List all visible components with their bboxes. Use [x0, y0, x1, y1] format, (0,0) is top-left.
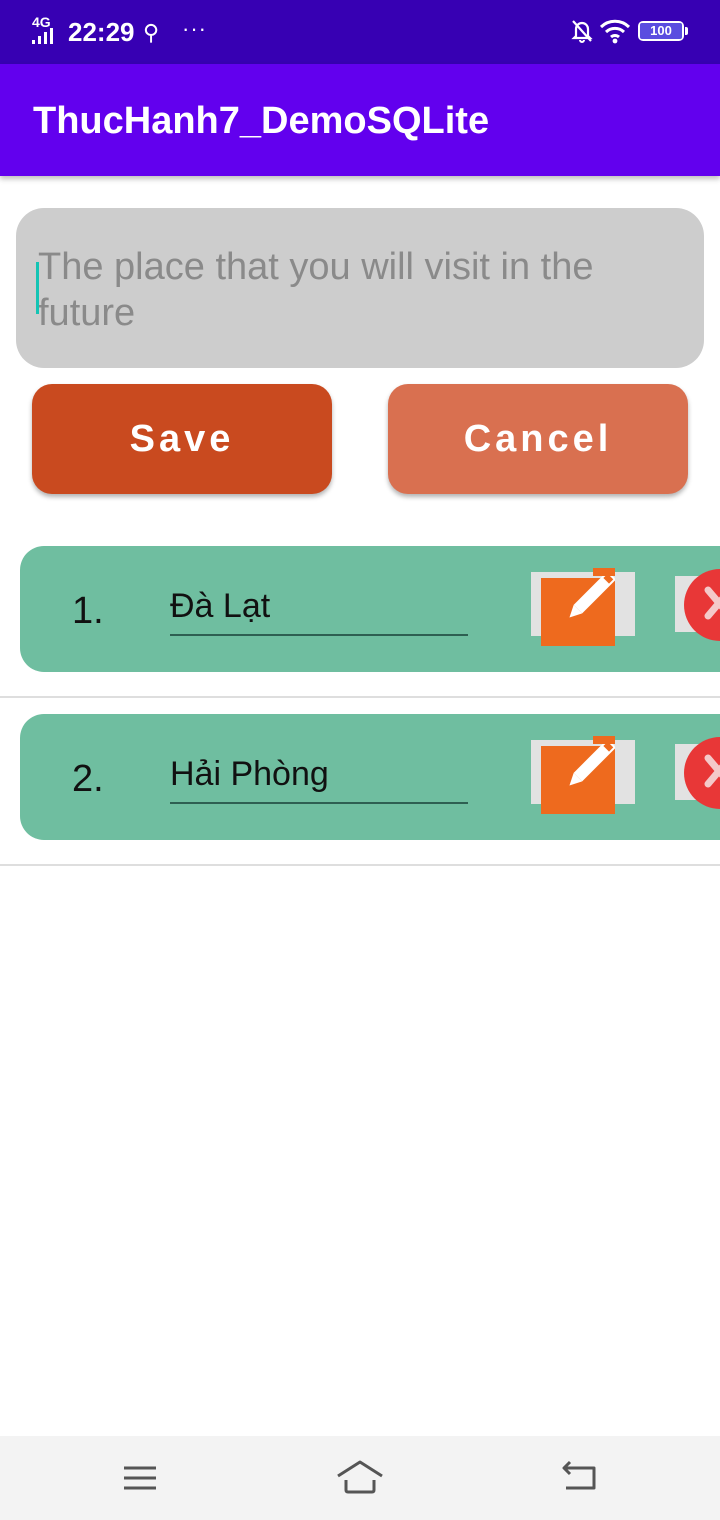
list-item: 2. Hải Phòng — [0, 698, 720, 866]
clock: 22:29 — [68, 17, 135, 47]
places-list: 1. Đà Lạt 2. Hải Phòng — [0, 530, 720, 866]
battery-level: 100 — [640, 23, 682, 39]
close-circle-icon[interactable] — [680, 732, 720, 814]
wifi-icon — [599, 19, 631, 44]
usb-icon: ⚲ — [143, 20, 160, 45]
bell-off-icon — [571, 20, 593, 43]
place-input[interactable] — [16, 208, 704, 368]
back-icon[interactable] — [556, 1454, 604, 1502]
status-bar: 4G 22:29 ⚲ ··· 100 — [0, 0, 720, 64]
app-title: ThucHanh7_DemoSQLite — [33, 100, 490, 142]
close-circle-icon[interactable] — [680, 564, 720, 646]
place-card: 2. Hải Phòng — [20, 714, 720, 840]
place-name-field[interactable]: Hải Phòng — [170, 752, 468, 804]
place-card: 1. Đà Lạt — [20, 546, 720, 672]
home-icon[interactable] — [336, 1454, 384, 1502]
screen: 4G 22:29 ⚲ ··· 100 ThucHanh7_DemoSQLite … — [0, 0, 720, 1520]
pencil-edit-icon[interactable] — [541, 734, 615, 814]
battery-icon: 100 — [638, 21, 688, 41]
place-index: 2. — [72, 758, 104, 800]
navigation-bar — [0, 1436, 720, 1520]
place-name-field[interactable]: Đà Lạt — [170, 584, 468, 636]
app-bar: ThucHanh7_DemoSQLite — [0, 64, 720, 176]
place-index: 1. — [72, 590, 104, 632]
more-notifications-icon: ··· — [182, 16, 207, 41]
menu-icon[interactable] — [116, 1454, 164, 1502]
pencil-edit-icon[interactable] — [541, 566, 615, 646]
cancel-button[interactable]: Cancel — [388, 384, 688, 494]
list-item: 1. Đà Lạt — [0, 530, 720, 698]
text-cursor — [36, 262, 39, 314]
save-button[interactable]: Save — [32, 384, 332, 494]
signal-icon — [32, 28, 53, 44]
